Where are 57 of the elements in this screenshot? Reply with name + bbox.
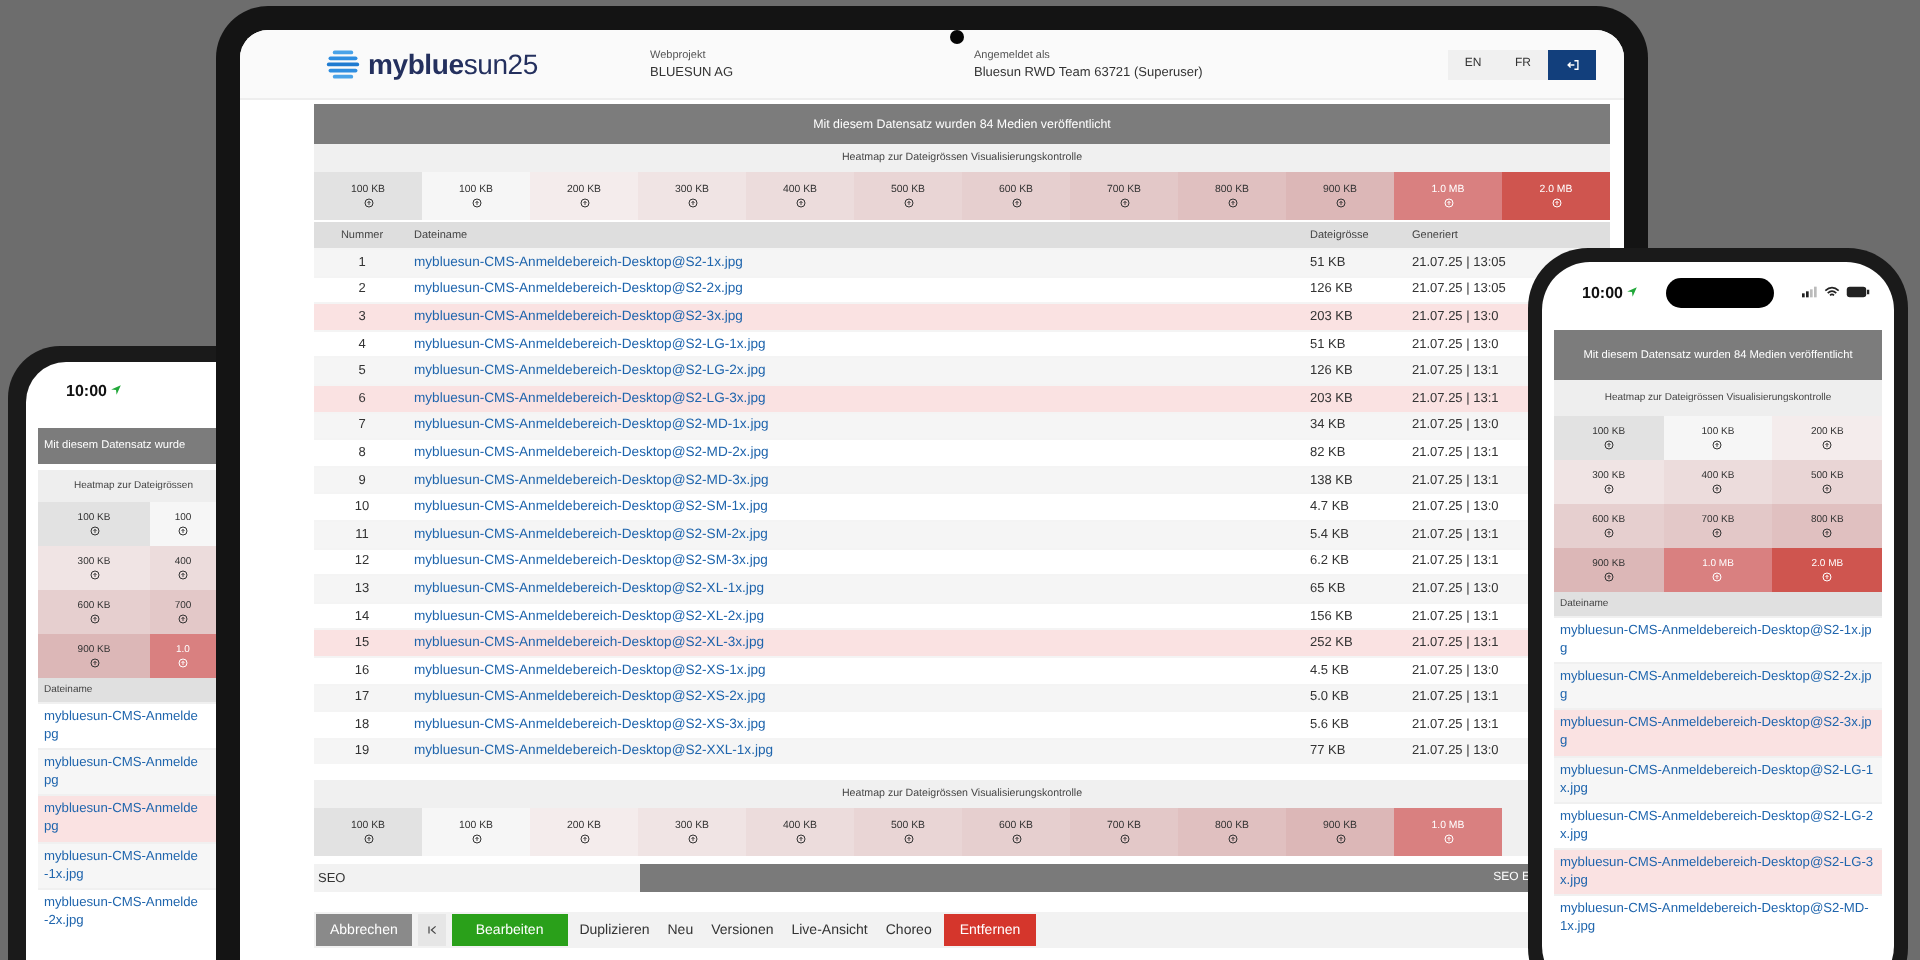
logout-icon	[1565, 57, 1579, 71]
circle-arrow-icon	[1822, 440, 1833, 450]
circle-arrow-icon	[1712, 440, 1723, 450]
circle-arrow-icon	[1551, 198, 1561, 208]
logo-icon	[326, 47, 360, 81]
circle-arrow-icon	[178, 570, 188, 580]
circle-arrow-icon	[1011, 834, 1021, 844]
collapse-button[interactable]	[417, 914, 446, 946]
wifi-icon	[1824, 286, 1840, 298]
circle-arrow-icon	[1822, 484, 1833, 494]
location-arrow-icon	[1626, 286, 1639, 298]
circle-arrow-icon	[1712, 572, 1723, 582]
circle-arrow-icon	[1603, 572, 1614, 582]
circle-arrow-icon	[1119, 834, 1129, 844]
circle-arrow-icon	[903, 198, 913, 208]
circle-arrow-icon	[89, 658, 99, 668]
circle-arrow-icon	[363, 834, 373, 844]
circle-arrow-icon	[579, 198, 589, 208]
circle-arrow-icon	[178, 614, 188, 624]
battery-icon	[1846, 286, 1870, 298]
circle-arrow-icon	[795, 834, 805, 844]
circle-arrow-icon	[89, 570, 99, 580]
logout-button[interactable]	[1548, 49, 1596, 79]
circle-arrow-icon	[471, 834, 481, 844]
circle-arrow-icon	[1712, 484, 1723, 494]
circle-arrow-icon	[1603, 440, 1614, 450]
circle-arrow-icon	[1712, 528, 1723, 538]
circle-arrow-icon	[363, 198, 373, 208]
circle-arrow-icon	[1603, 484, 1614, 494]
circle-arrow-icon	[579, 834, 589, 844]
circle-arrow-icon	[471, 198, 481, 208]
circle-arrow-icon	[1443, 834, 1453, 844]
circle-arrow-icon	[687, 834, 697, 844]
circle-arrow-icon	[89, 614, 99, 624]
circle-arrow-icon	[1822, 572, 1833, 582]
circle-arrow-icon	[1335, 198, 1345, 208]
circle-arrow-icon	[1227, 834, 1237, 844]
circle-arrow-icon	[1603, 528, 1614, 538]
circle-arrow-icon	[687, 198, 697, 208]
circle-arrow-icon	[903, 834, 913, 844]
bar-arrow-icon	[425, 924, 438, 936]
circle-arrow-icon	[1443, 198, 1453, 208]
location-arrow-icon	[110, 384, 123, 396]
camera-notch	[1666, 277, 1775, 307]
status-time: 10:00	[1582, 283, 1623, 301]
status-time: 10:00	[66, 381, 107, 399]
circle-arrow-icon	[89, 526, 99, 536]
circle-arrow-icon	[178, 658, 188, 668]
circle-arrow-icon	[178, 526, 188, 536]
circle-arrow-icon	[1335, 834, 1345, 844]
circle-arrow-icon	[1822, 528, 1833, 538]
circle-arrow-icon	[1119, 198, 1129, 208]
signal-icon	[1802, 286, 1818, 298]
circle-arrow-icon	[795, 198, 805, 208]
circle-arrow-icon	[1227, 198, 1237, 208]
circle-arrow-icon	[1011, 198, 1021, 208]
logo-text: mybluesun25	[368, 48, 538, 80]
